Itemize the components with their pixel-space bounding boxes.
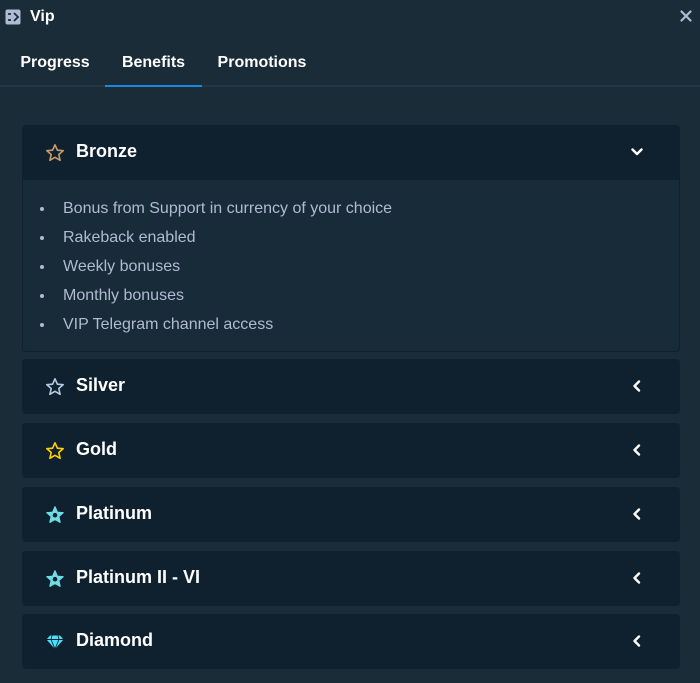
benefit-item: Weekly bonuses: [23, 252, 679, 281]
tier-accordion-bronze: Bronze Bonus from Support in currency of…: [22, 125, 680, 352]
tab-promotions[interactable]: Promotions: [202, 40, 322, 86]
star-outline-icon: [45, 441, 65, 461]
chevron-left-icon: [630, 379, 644, 393]
tab-benefits[interactable]: Benefits: [105, 40, 202, 87]
tier-header-bronze[interactable]: Bronze: [22, 125, 680, 180]
star-badge-icon: [45, 505, 65, 525]
title-bar: Vip: [0, 0, 700, 36]
tier-accordion-silver: Silver: [22, 359, 680, 414]
tier-name: Gold: [76, 439, 117, 459]
tier-header-platinum-ii-vi[interactable]: Platinum II - VI: [22, 551, 680, 606]
tab-label: Benefits: [121, 54, 186, 71]
chevron-left-icon: [630, 571, 644, 585]
close-icon[interactable]: [678, 8, 694, 24]
tier-header-diamond[interactable]: Diamond: [22, 614, 680, 669]
tier-name: Bronze: [76, 141, 138, 161]
tier-name: Platinum II - VI: [76, 567, 201, 587]
benefit-item: Rakeback enabled: [23, 223, 679, 252]
tier-name: Platinum: [76, 503, 153, 523]
tab-progress[interactable]: Progress: [5, 40, 105, 86]
chevron-left-icon: [630, 507, 644, 521]
vip-icon: [5, 9, 21, 25]
chevron-down-icon: [630, 145, 644, 159]
benefit-item: VIP Telegram channel access: [23, 310, 679, 339]
diamond-icon: [45, 632, 65, 652]
window-title: Vip: [30, 8, 55, 25]
tier-header-platinum[interactable]: Platinum: [22, 487, 680, 542]
chevron-left-icon: [630, 634, 644, 648]
tier-benefits-bronze: Bonus from Support in currency of your c…: [22, 180, 680, 352]
star-outline-icon: [45, 377, 65, 397]
benefits-list: Bonus from Support in currency of your c…: [23, 194, 679, 339]
tier-name: Diamond: [76, 630, 154, 650]
tier-accordion-diamond: Diamond: [22, 614, 680, 669]
tab-bar: Progress Benefits Promotions: [0, 40, 700, 87]
tier-accordion-platinum: Platinum: [22, 487, 680, 542]
star-badge-icon: [45, 569, 65, 589]
tier-accordion-gold: Gold: [22, 423, 680, 478]
benefit-item: Bonus from Support in currency of your c…: [23, 194, 679, 223]
tier-header-gold[interactable]: Gold: [22, 423, 680, 478]
tier-name: Silver: [76, 375, 126, 395]
tier-header-silver[interactable]: Silver: [22, 359, 680, 414]
tab-label: Progress: [20, 54, 90, 71]
star-outline-icon: [45, 143, 65, 163]
chevron-left-icon: [630, 443, 644, 457]
tab-label: Promotions: [217, 54, 307, 71]
tier-accordion-platinum-ii-vi: Platinum II - VI: [22, 551, 680, 606]
benefit-item: Monthly bonuses: [23, 281, 679, 310]
